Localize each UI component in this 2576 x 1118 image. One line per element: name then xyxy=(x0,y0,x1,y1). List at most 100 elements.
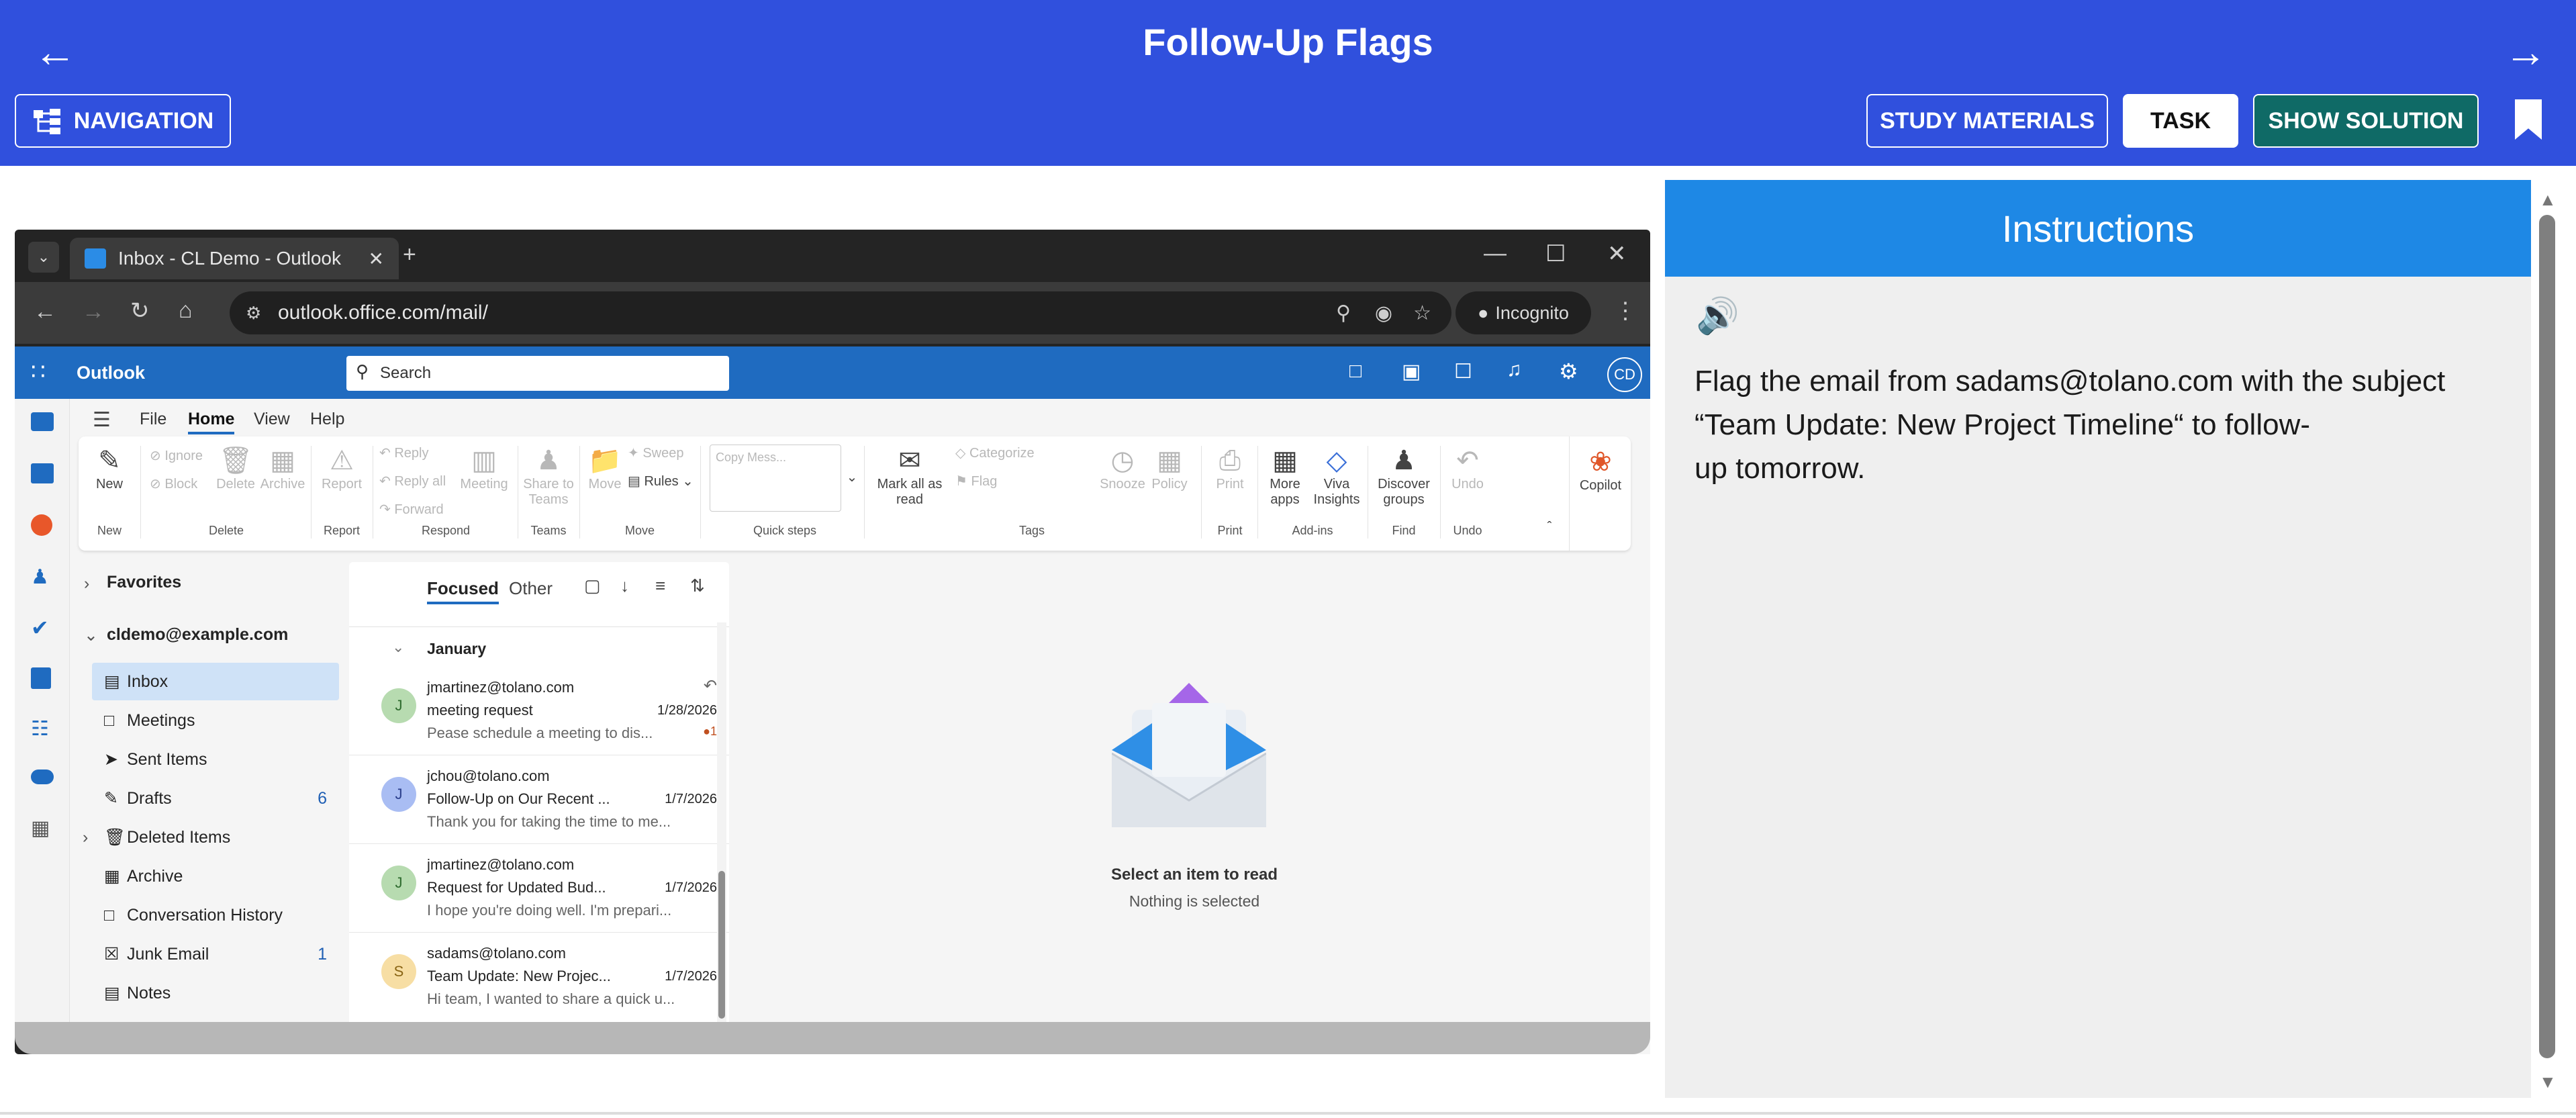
viva-insights-button[interactable]: ◇ Viva Insights xyxy=(1310,445,1364,508)
tab-search-icon[interactable]: ⌄ xyxy=(28,242,59,273)
quick-steps-gallery[interactable]: Copy Mess... xyxy=(710,445,841,512)
menu-tab-home[interactable]: Home xyxy=(188,410,235,434)
expand-chevron-icon[interactable]: › xyxy=(83,828,88,847)
forward-button[interactable]: ↷ Forward xyxy=(379,502,453,518)
folder-meetings[interactable]: □ Meetings xyxy=(92,702,339,739)
reload-icon[interactable]: ↻ xyxy=(130,297,150,324)
search-input[interactable]: ⚲ Search xyxy=(346,356,729,391)
sort-icon[interactable]: ⇅ xyxy=(690,575,705,596)
copilot-rail-icon[interactable] xyxy=(31,514,52,536)
page-scrollbar-thumb[interactable] xyxy=(2539,215,2555,1058)
study-materials-button[interactable]: STUDY MATERIALS xyxy=(1866,94,2108,148)
list-item[interactable]: J jchou@tolano.com Follow-Up on Our Rece… xyxy=(349,757,729,844)
report-button[interactable]: ⚠ Report xyxy=(315,445,369,492)
account-header[interactable]: cldemo@example.com xyxy=(107,625,288,645)
favorites-header[interactable]: Favorites xyxy=(107,573,181,592)
quick-steps-dropdown-icon[interactable]: ⌄ xyxy=(844,470,860,485)
browser-menu-icon[interactable]: ⋮ xyxy=(1614,297,1637,324)
categorize-button[interactable]: ◇ Categorize xyxy=(955,446,1056,461)
folder-archive[interactable]: ▦ Archive xyxy=(92,857,339,895)
meeting-button[interactable]: ▥ Meeting xyxy=(456,445,512,492)
eye-off-icon[interactable]: ◉ xyxy=(1375,301,1392,325)
menu-tab-view[interactable]: View xyxy=(254,410,290,429)
scroll-down-arrow-icon[interactable]: ▼ xyxy=(2539,1072,2557,1092)
browser-forward-icon[interactable]: → xyxy=(82,299,105,325)
my-day-icon[interactable]: ☐ xyxy=(1454,360,1472,383)
onenote-icon[interactable] xyxy=(31,667,51,689)
minimize-icon[interactable]: — xyxy=(1484,240,1507,267)
ignore-button[interactable]: ⊘ Ignore xyxy=(150,449,211,464)
group-chevron-icon[interactable]: ⌄ xyxy=(392,639,404,656)
browser-tab[interactable]: Inbox - CL Demo - Outlook ✕ xyxy=(70,238,399,279)
scroll-up-arrow-icon[interactable]: ▲ xyxy=(2539,189,2557,210)
snooze-button[interactable]: ◷ Snooze xyxy=(1099,445,1146,492)
task-button[interactable]: TASK xyxy=(2123,94,2238,148)
filter-icon[interactable]: ≡ xyxy=(655,575,665,596)
star-icon[interactable]: ☆ xyxy=(1413,301,1431,325)
reply-all-button[interactable]: ↶ Reply all xyxy=(379,474,453,490)
folder-drafts[interactable]: ✎ Drafts 6 xyxy=(92,780,339,817)
mail-icon[interactable] xyxy=(31,412,54,431)
sweep-button[interactable]: ✦ Sweep xyxy=(628,446,695,461)
folder-sent-items[interactable]: ➤ Sent Items xyxy=(92,741,339,778)
onedrive-icon[interactable] xyxy=(31,770,54,784)
meet-now-icon[interactable]: □ xyxy=(1349,360,1362,383)
people-icon[interactable]: ♟ xyxy=(31,565,49,589)
hamburger-icon[interactable]: ☰ xyxy=(93,408,111,432)
select-icon[interactable]: ▢ xyxy=(584,575,601,596)
copilot-button[interactable]: ❀ Copilot xyxy=(1570,446,1631,494)
chevron-down-icon[interactable]: ⌄ xyxy=(84,625,98,645)
app-launcher-icon[interactable]: ∷ xyxy=(31,359,46,385)
close-tab-icon[interactable]: ✕ xyxy=(369,248,384,270)
navigation-button[interactable]: NAVIGATION xyxy=(15,94,231,148)
folder-notes[interactable]: ▤ Notes xyxy=(92,974,339,1012)
jump-to-icon[interactable]: ↓ xyxy=(620,575,629,596)
more-apps-button[interactable]: ▦ More apps xyxy=(1261,445,1308,508)
list-item[interactable]: J jmartinez@tolano.com Request for Updat… xyxy=(349,845,729,933)
browser-back-icon[interactable]: ← xyxy=(34,299,56,325)
show-solution-button[interactable]: SHOW SOLUTION xyxy=(2253,94,2479,148)
discover-groups-button[interactable]: ♟ Discover groups xyxy=(1372,445,1436,508)
new-tab-button[interactable]: + xyxy=(403,242,416,268)
list-item[interactable]: S sadams@tolano.com Team Update: New Pro… xyxy=(349,934,729,1021)
block-button[interactable]: ⊘ Block xyxy=(150,477,211,492)
share-to-teams-button[interactable]: ♟ Share to Teams xyxy=(522,445,575,508)
home-icon[interactable]: ⌂ xyxy=(179,297,193,324)
calendar-icon[interactable] xyxy=(31,463,54,483)
folder-deleted-items[interactable]: › 🗑 Deleted Items xyxy=(83,819,339,856)
maximize-icon[interactable]: ☐ xyxy=(1545,240,1566,267)
speaker-icon[interactable]: 🔊 xyxy=(1696,295,1739,336)
print-button[interactable]: ⎙ Print xyxy=(1206,445,1253,492)
collapse-ribbon-icon[interactable]: ˆ xyxy=(1539,520,1560,535)
group-header-january[interactable]: January xyxy=(427,640,486,658)
close-window-icon[interactable]: ✕ xyxy=(1607,240,1627,267)
delete-button[interactable]: 🗑 Delete xyxy=(214,445,257,492)
flag-button[interactable]: ⚑ Flag xyxy=(955,474,1056,490)
teams-icon[interactable]: ▣ xyxy=(1402,360,1421,383)
todo-check-icon[interactable]: ✔ xyxy=(31,615,49,641)
policy-button[interactable]: ▦ Policy xyxy=(1146,445,1193,492)
settings-gear-icon[interactable]: ⚙ xyxy=(1559,359,1578,384)
mark-all-read-button[interactable]: ✉ Mark all as read xyxy=(871,445,949,508)
undo-button[interactable]: ↶ Undo xyxy=(1444,445,1491,492)
user-avatar[interactable]: CD xyxy=(1607,357,1642,392)
folder-conversation-history[interactable]: □ Conversation History xyxy=(92,896,339,934)
incognito-badge[interactable]: ● Incognito xyxy=(1456,291,1591,334)
org-chart-icon[interactable]: ☷ xyxy=(31,717,49,741)
archive-button[interactable]: ▦ Archive xyxy=(258,445,307,492)
arrow-right-icon[interactable]: → xyxy=(2504,27,2547,77)
arrow-left-icon[interactable]: ← xyxy=(34,27,77,77)
tab-other[interactable]: Other xyxy=(509,578,553,599)
tab-focused[interactable]: Focused xyxy=(427,578,499,604)
folder-inbox[interactable]: ▤ Inbox xyxy=(92,663,339,700)
new-mail-button[interactable]: ✎ New xyxy=(83,445,136,492)
more-apps-rail-icon[interactable]: ▦ xyxy=(31,817,50,840)
chevron-right-icon[interactable]: › xyxy=(84,574,89,594)
folder-junk-email[interactable]: ☒ Junk Email 1 xyxy=(92,935,339,973)
url-bar[interactable]: ⚙ outlook.office.com/mail/ ⚲ ◉ ☆ xyxy=(230,291,1451,334)
menu-tab-file[interactable]: File xyxy=(140,410,166,429)
bell-icon[interactable]: ♫ xyxy=(1507,359,1522,381)
move-button[interactable]: 📁 Move xyxy=(585,445,625,492)
list-scrollbar-thumb[interactable] xyxy=(718,871,725,1019)
zoom-icon[interactable]: ⚲ xyxy=(1336,301,1351,325)
